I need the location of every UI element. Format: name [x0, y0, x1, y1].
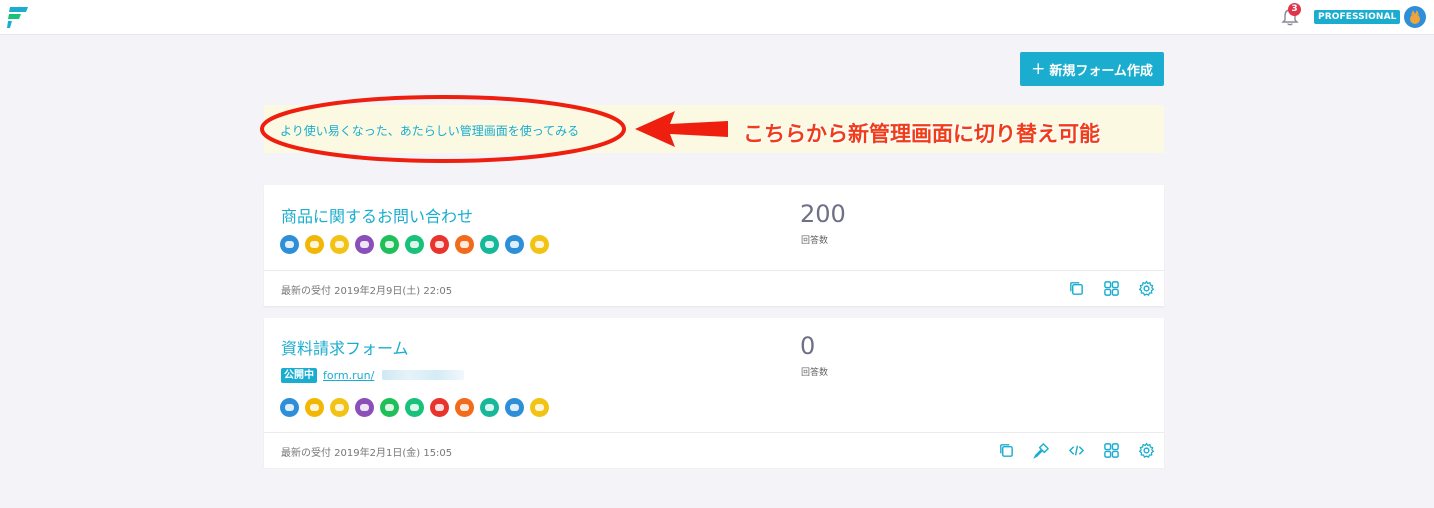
- app-grid-icon[interactable]: [1094, 433, 1129, 468]
- member-avatar-icon: [355, 398, 374, 417]
- form-card: 商品に関するお問い合わせ 200 回答数 最新の受付 2019年2月9日(土) …: [264, 185, 1164, 306]
- annotation-callout: こちらから新管理画面に切り替え可能: [743, 122, 1100, 146]
- published-status-badge: 公開中: [281, 368, 317, 383]
- member-avatar-icon: [330, 235, 349, 254]
- member-avatar-icon: [305, 398, 324, 417]
- form-public-url-link[interactable]: form.run/: [323, 368, 374, 383]
- plan-badge: PROFESSIONAL: [1314, 10, 1401, 24]
- member-avatar-icon: [380, 398, 399, 417]
- form-card: 資料請求フォーム 0 回答数 公開中 form.run/ 最新の受付 2019年…: [264, 318, 1164, 468]
- last-received-text: 最新の受付 2019年2月1日(金) 15:05: [281, 448, 453, 459]
- member-avatar-icon: [530, 398, 549, 417]
- user-avatar[interactable]: [1404, 6, 1426, 28]
- try-new-admin-link[interactable]: より使い易くなった、あたらしい管理画面を使ってみる: [280, 122, 579, 139]
- member-avatar-icon: [330, 398, 349, 417]
- member-avatar-icon: [480, 398, 499, 417]
- copy-form-icon[interactable]: [1059, 271, 1094, 306]
- member-avatar-icon: [480, 235, 499, 254]
- copy-form-icon[interactable]: [989, 433, 1024, 468]
- member-avatar-icon: [305, 235, 324, 254]
- notification-count-badge: 3: [1288, 3, 1301, 16]
- last-received-text: 最新の受付 2019年2月9日(土) 22:05: [281, 286, 453, 297]
- gear-icon[interactable]: [1129, 271, 1164, 306]
- redacted-url: [382, 370, 464, 380]
- member-icons: [280, 398, 549, 417]
- formrun-logo[interactable]: [6, 5, 30, 29]
- form-title-link[interactable]: 商品に関するお問い合わせ: [281, 203, 473, 227]
- form-title-link[interactable]: 資料請求フォーム: [281, 335, 409, 359]
- new-form-button[interactable]: + 新規フォーム作成: [1020, 52, 1164, 86]
- card-actions: [1059, 271, 1164, 306]
- member-avatar-icon: [280, 398, 299, 417]
- member-avatar-icon: [530, 235, 549, 254]
- embed-code-icon[interactable]: [1059, 433, 1094, 468]
- member-avatar-icon: [455, 235, 474, 254]
- member-avatar-icon: [455, 398, 474, 417]
- response-count: 200: [800, 200, 846, 228]
- card-footer: 最新の受付 2019年2月9日(土) 22:05: [264, 270, 1164, 306]
- member-avatar-icon: [430, 235, 449, 254]
- member-avatar-icon: [380, 235, 399, 254]
- member-avatar-icon: [355, 235, 374, 254]
- response-count-label: 回答数: [801, 236, 829, 246]
- member-avatar-icon: [405, 235, 424, 254]
- top-bar: 3 PROFESSIONAL: [0, 0, 1434, 35]
- gear-icon[interactable]: [1129, 433, 1164, 468]
- card-actions: [989, 433, 1164, 468]
- member-avatar-icon: [505, 398, 524, 417]
- member-avatar-icon: [505, 235, 524, 254]
- app-grid-icon[interactable]: [1094, 271, 1129, 306]
- response-count: 0: [800, 332, 816, 360]
- member-avatar-icon: [280, 235, 299, 254]
- card-footer: 最新の受付 2019年2月1日(金) 15:05: [264, 432, 1164, 468]
- member-icons: [280, 235, 549, 254]
- member-avatar-icon: [430, 398, 449, 417]
- response-count-label: 回答数: [801, 368, 829, 378]
- member-avatar-icon: [405, 398, 424, 417]
- new-form-label: 新規フォーム作成: [1049, 63, 1153, 79]
- design-brush-icon[interactable]: [1024, 433, 1059, 468]
- plus-icon: +: [1031, 58, 1046, 79]
